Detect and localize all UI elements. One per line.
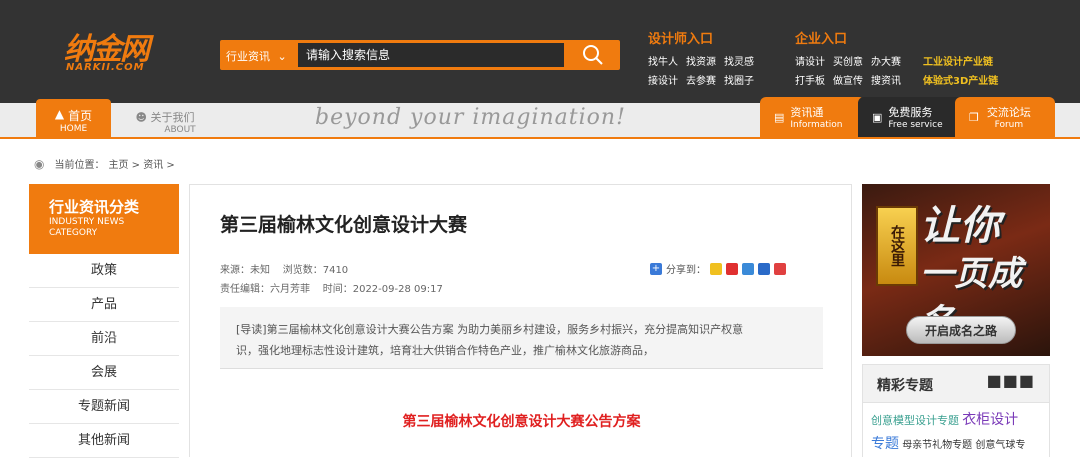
3d-chain-link[interactable]: 体验式3D产业链 xyxy=(923,72,998,87)
topic-tag[interactable]: 衣柜设计 xyxy=(962,412,1018,428)
nav-information-en: Information xyxy=(790,120,843,130)
site-logo[interactable]: 纳金网 NARKII.COM xyxy=(64,24,184,76)
enterprise-entry-title[interactable]: 企业入口 xyxy=(795,28,998,47)
sidebar-item-frontier[interactable]: 前沿 xyxy=(29,322,179,356)
main-nav: ▲ 首页 HOME ☻ 关于我们 ABOUT beyond your imagi… xyxy=(0,97,1080,139)
nav-information[interactable]: ▤ 资讯通 Information xyxy=(760,97,865,137)
nav-free-service[interactable]: ▣ 免费服务 Free service xyxy=(858,97,968,137)
search-bar: 行业资讯 ⌄ xyxy=(220,40,620,70)
nav-forum-label: 交流论坛 xyxy=(986,106,1031,119)
qzone-icon[interactable] xyxy=(710,262,722,275)
sidebar-item-other-news[interactable]: 其他新闻 xyxy=(29,424,179,458)
sidebar-item-exhibition[interactable]: 会展 xyxy=(29,356,179,390)
nav-free-service-en: Free service xyxy=(888,120,943,130)
article-subheading: 第三届榆林文化创意设计大赛公告方案 xyxy=(402,414,641,430)
designer-link[interactable]: 去参赛 xyxy=(686,72,716,87)
topics-panel: 精彩专题 ■■■ 创意模型设计专题 衣柜设计 专题 母亲节礼物专题 创意气球专 xyxy=(862,364,1050,457)
renren-icon[interactable] xyxy=(758,262,770,275)
industry-chain-link[interactable]: 工业设计产业链 xyxy=(923,53,993,68)
sidebar-title-en: INDUSTRY NEWS xyxy=(49,217,125,227)
search-icon xyxy=(583,45,603,65)
tencent-weibo-icon[interactable] xyxy=(742,262,754,275)
search-input[interactable] xyxy=(298,43,564,67)
article-panel: 第三届榆林文化创意设计大赛 来源：未知 浏览数：7410 责任编辑：六月芳菲 时… xyxy=(189,184,852,457)
nav-about-label: 关于我们 xyxy=(150,111,195,124)
promo-tag: 在这里 xyxy=(876,206,918,286)
nav-about[interactable]: ☻ 关于我们 ABOUT xyxy=(130,109,200,135)
nav-forum-en: Forum xyxy=(994,120,1024,130)
logo-domain: NARKII.COM xyxy=(66,62,145,73)
slogan: beyond your imagination! xyxy=(315,105,626,130)
enterprise-link[interactable]: 办大赛 xyxy=(871,53,901,68)
sidebar-title: 行业资讯分类 xyxy=(49,198,140,216)
search-category-select[interactable]: 行业资讯 ⌄ xyxy=(226,48,287,64)
nav-about-en: ABOUT xyxy=(164,125,196,135)
breadcrumb-label: 当前位置： xyxy=(54,160,105,171)
sidebar-header: 行业资讯分类 INDUSTRY NEWS CATEGORY xyxy=(29,184,179,254)
topic-tag[interactable]: 创意模型设计专题 xyxy=(871,414,959,427)
topic-tag[interactable]: 母亲节礼物专题 xyxy=(902,440,972,451)
promo-banner[interactable]: 在这里 让你 一页成名 开启成名之路 xyxy=(862,184,1050,356)
enterprise-entry: 企业入口 请设计 买创意 办大赛 工业设计产业链 打手板 做宣传 搜资讯 体验式… xyxy=(795,28,998,91)
intro-text: [导读]第三届榆林文化创意设计大赛公告方案 为助力美丽乡村建设，服务乡村振兴，充… xyxy=(236,323,744,336)
category-sidebar: 行业资讯分类 INDUSTRY NEWS CATEGORY 政策 产品 前沿 会… xyxy=(29,184,179,458)
document-icon: ▤ xyxy=(774,110,785,124)
article-views: 浏览数：7410 xyxy=(282,265,349,276)
article-source: 来源：未知 xyxy=(220,265,270,276)
gamepad-icon: ▣ xyxy=(872,110,883,124)
designer-link[interactable]: 找灵感 xyxy=(724,53,754,68)
breadcrumb-path[interactable]: 主页 > 资讯 > xyxy=(108,156,174,171)
enterprise-link[interactable]: 买创意 xyxy=(833,53,863,68)
enterprise-link[interactable]: 搜资讯 xyxy=(871,72,901,87)
sidebar-item-policy[interactable]: 政策 xyxy=(29,254,179,288)
location-pin-icon: ◉ xyxy=(34,156,45,171)
designer-entry: 设计师入口 找牛人 找资源 找灵感 接设计 去参赛 找圈子 xyxy=(648,28,754,91)
breadcrumb: ◉ 当前位置： 主页 > 资讯 > xyxy=(34,156,175,172)
nav-information-label: 资讯通 xyxy=(790,106,824,119)
article-title: 第三届榆林文化创意设计大赛 xyxy=(220,214,468,236)
nav-free-service-label: 免费服务 xyxy=(888,106,933,119)
designer-link[interactable]: 接设计 xyxy=(648,72,678,87)
topic-tags: 创意模型设计专题 衣柜设计 专题 母亲节礼物专题 创意气球专 xyxy=(863,403,1049,463)
topics-title: 精彩专题 xyxy=(877,378,933,394)
promo-headline-line: 让你 xyxy=(920,203,1000,249)
search-button[interactable] xyxy=(568,41,618,69)
topics-header: 精彩专题 ■■■ xyxy=(863,365,1049,403)
designer-link[interactable]: 找资源 xyxy=(686,53,716,68)
share-label: 分享到： xyxy=(666,265,706,276)
topic-tag[interactable]: 专题 xyxy=(871,436,899,452)
sidebar-title-en: CATEGORY xyxy=(49,228,98,238)
nav-forum[interactable]: ❐ 交流论坛 Forum xyxy=(955,97,1055,137)
article-meta-row: 来源：未知 浏览数：7410 xyxy=(220,261,348,276)
nav-home-en: HOME xyxy=(59,124,88,134)
plus-icon[interactable]: + xyxy=(650,262,662,275)
designer-link[interactable]: 找牛人 xyxy=(648,53,678,68)
sidebar-item-special-news[interactable]: 专题新闻 xyxy=(29,390,179,424)
nav-home[interactable]: ▲ 首页 HOME xyxy=(36,99,111,137)
enterprise-link[interactable]: 做宣传 xyxy=(833,72,863,87)
kaixin-icon[interactable] xyxy=(774,262,786,275)
promo-button[interactable]: 开启成名之路 xyxy=(906,316,1016,344)
site-header: 纳金网 NARKII.COM 行业资讯 ⌄ 设计师入口 找牛人 找资源 找灵感 … xyxy=(0,0,1080,103)
designer-link[interactable]: 找圈子 xyxy=(724,72,754,87)
enterprise-link[interactable]: 请设计 xyxy=(795,53,825,68)
article-editor: 责任编辑：六月芳菲 xyxy=(220,284,310,295)
weibo-icon[interactable] xyxy=(726,262,738,275)
home-icon: ▲ xyxy=(54,107,65,121)
chevron-down-icon: ⌄ xyxy=(277,50,287,63)
share-bar: + 分享到： xyxy=(650,261,786,276)
sidebar-item-product[interactable]: 产品 xyxy=(29,288,179,322)
chat-icon: ❐ xyxy=(969,110,979,124)
enterprise-link[interactable]: 打手板 xyxy=(795,72,825,87)
topic-tag[interactable]: 创意气球专 xyxy=(975,440,1025,451)
search-category-label: 行业资讯 xyxy=(226,50,270,63)
nav-home-label: 首页 xyxy=(68,109,93,123)
user-icon: ☻ xyxy=(135,111,147,124)
article-intro: [导读]第三届榆林文化创意设计大赛公告方案 为助力美丽乡村建设，服务乡村振兴，充… xyxy=(220,307,823,369)
more-icon[interactable]: ■■■ xyxy=(987,371,1035,390)
intro-text: 识，强化地理标志性设计建筑，培育壮大供销合作特色产业，推广榆林文化旅游商品， xyxy=(236,344,654,357)
article-time: 时间：2022-09-28 09:17 xyxy=(322,284,443,295)
designer-entry-title[interactable]: 设计师入口 xyxy=(648,28,754,47)
article-meta-row: 责任编辑：六月芳菲 时间：2022-09-28 09:17 xyxy=(220,280,443,295)
